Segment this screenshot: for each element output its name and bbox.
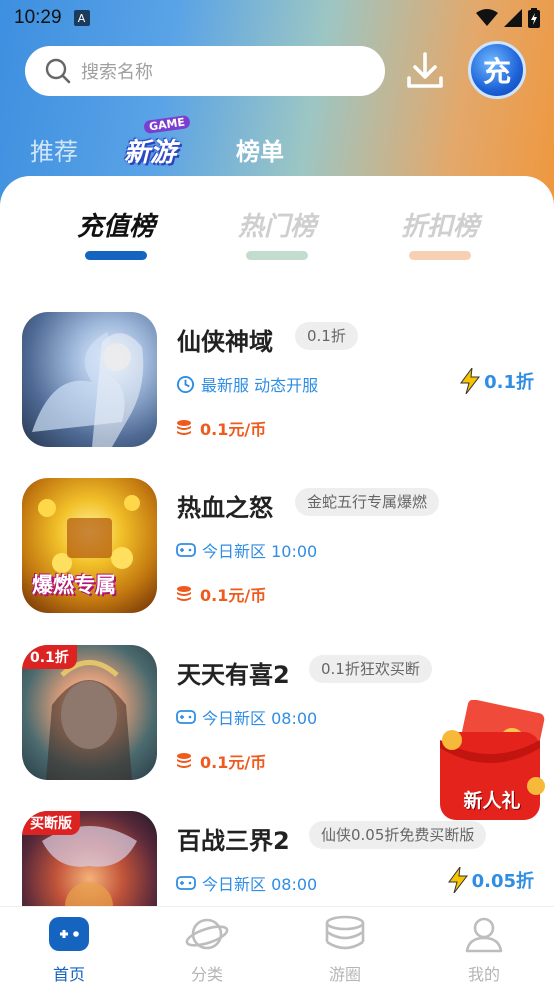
search-placeholder: 搜索名称 <box>81 62 153 83</box>
game-info-text: 今日新区 08:00 <box>202 875 318 894</box>
game-list-item[interactable]: 仙侠神域 0.1折 最新服 动态开服 0.1元/币 0.1折 <box>0 312 554 452</box>
new-game-logo-text: 新游 <box>124 138 177 168</box>
game-info: 今日新区 08:00 <box>176 871 317 895</box>
rank-tab-discount[interactable]: 折扣榜 <box>370 206 510 260</box>
game-info: 最新服 动态开服 <box>176 372 318 396</box>
coin-stack-icon <box>177 586 191 601</box>
search-bar[interactable]: 搜索名称 <box>25 46 385 96</box>
app-notification-icon: A <box>73 10 90 26</box>
tab-recommend[interactable]: 推荐 <box>30 132 78 167</box>
signal-icon <box>504 9 522 27</box>
game-badge: 金蛇五行专属爆燃 <box>295 488 440 516</box>
rank-tab-label: 充值榜 <box>76 212 155 242</box>
game-info-text: 今日新区 08:00 <box>202 709 318 728</box>
game-info: 今日新区 08:00 <box>176 705 317 729</box>
tabbar-label: 游圈 <box>328 965 361 984</box>
tab-ranking[interactable]: 榜单 <box>236 132 284 167</box>
search-icon <box>45 58 71 84</box>
game-info-text: 最新服 动态开服 <box>201 376 319 395</box>
game-list-item[interactable]: 爆燃专属 热血之怒 金蛇五行专属爆燃 今日新区 10:00 0.1元/币 <box>0 478 554 618</box>
stack-icon <box>325 915 365 950</box>
coin-stack-icon <box>177 753 191 768</box>
game-badge: 0.1折 <box>295 322 358 350</box>
tabbar-item-community[interactable]: 游圈 <box>300 915 390 985</box>
recharge-button[interactable]: 充 <box>468 41 526 99</box>
gamepad-icon <box>49 917 89 951</box>
game-name: 热血之怒 <box>177 494 273 522</box>
game-name: 仙侠神域 <box>177 328 273 356</box>
tabbar-item-home[interactable]: 首页 <box>24 915 114 985</box>
rank-tab-indicator <box>409 251 471 260</box>
game-price-text: 0.1元/币 <box>200 420 267 439</box>
user-icon <box>465 917 503 953</box>
game-discount: 0.05折 <box>447 867 534 893</box>
rank-tab-recharge[interactable]: 充值榜 <box>46 206 186 260</box>
tab-new-games[interactable]: GAME 新游 <box>118 114 202 168</box>
gamepad-icon <box>176 876 196 890</box>
game-discount: 0.1折 <box>460 368 534 394</box>
thumbnail-banner: 爆燃专属 <box>32 573 116 597</box>
gamepad-icon <box>176 710 196 724</box>
game-price: 0.1元/币 <box>176 416 266 440</box>
game-name: 天天有喜2 <box>177 661 290 689</box>
coin-stack-icon <box>177 420 191 435</box>
game-price: 0.1元/币 <box>176 582 266 606</box>
clock-icon <box>176 375 195 393</box>
dragon-art-icon <box>32 332 144 447</box>
tabbar-label: 分类 <box>190 965 223 984</box>
game-info: 今日新区 10:00 <box>176 538 317 562</box>
game-name: 百战三界2 <box>177 827 290 855</box>
planet-icon <box>185 918 229 950</box>
game-price-text: 0.1元/币 <box>200 753 267 772</box>
recharge-label: 充 <box>482 55 511 88</box>
game-price-text: 0.1元/币 <box>200 586 267 605</box>
lightning-icon <box>447 867 468 893</box>
game-discount-text: 0.05折 <box>471 871 534 892</box>
game-info-text: 今日新区 10:00 <box>202 542 318 561</box>
new-user-gift-button[interactable]: 新人礼 <box>432 699 552 828</box>
status-time: 10:29 <box>14 7 62 28</box>
tabbar-label: 首页 <box>52 965 85 984</box>
game-price: 0.1元/币 <box>176 749 266 773</box>
thumbnail-tag: 买断版 <box>22 811 80 835</box>
game-badge: 0.1折狂欢买断 <box>309 655 432 683</box>
rank-tab-hot[interactable]: 热门榜 <box>207 206 347 260</box>
tabbar-item-profile[interactable]: 我的 <box>439 915 529 985</box>
game-discount-text: 0.1折 <box>484 372 534 393</box>
rank-tab-label: 热门榜 <box>237 212 316 242</box>
tabbar-label: 我的 <box>467 965 500 984</box>
wifi-icon <box>476 9 498 26</box>
rank-tab-indicator <box>85 251 147 260</box>
tabbar-item-category[interactable]: 分类 <box>162 915 252 985</box>
status-bar: 10:29 A <box>0 0 554 36</box>
game-thumbnail[interactable]: 0.1折 <box>22 645 157 780</box>
download-icon[interactable] <box>404 50 446 92</box>
gamepad-icon <box>176 543 196 557</box>
game-thumbnail[interactable] <box>22 312 157 447</box>
category-tabs: 推荐 GAME 新游 榜单 <box>0 114 554 178</box>
bottom-tab-bar: 首页 分类 游圈 我的 <box>0 906 554 986</box>
thumbnail-tag: 0.1折 <box>22 645 77 669</box>
rank-tab-label: 折扣榜 <box>400 212 479 242</box>
rank-tab-indicator <box>246 251 308 260</box>
battery-icon <box>528 8 540 28</box>
new-user-gift-label: 新人礼 <box>463 790 521 812</box>
lightning-icon <box>460 368 481 394</box>
game-thumbnail[interactable]: 爆燃专属 <box>22 478 157 613</box>
status-icons <box>476 8 540 28</box>
